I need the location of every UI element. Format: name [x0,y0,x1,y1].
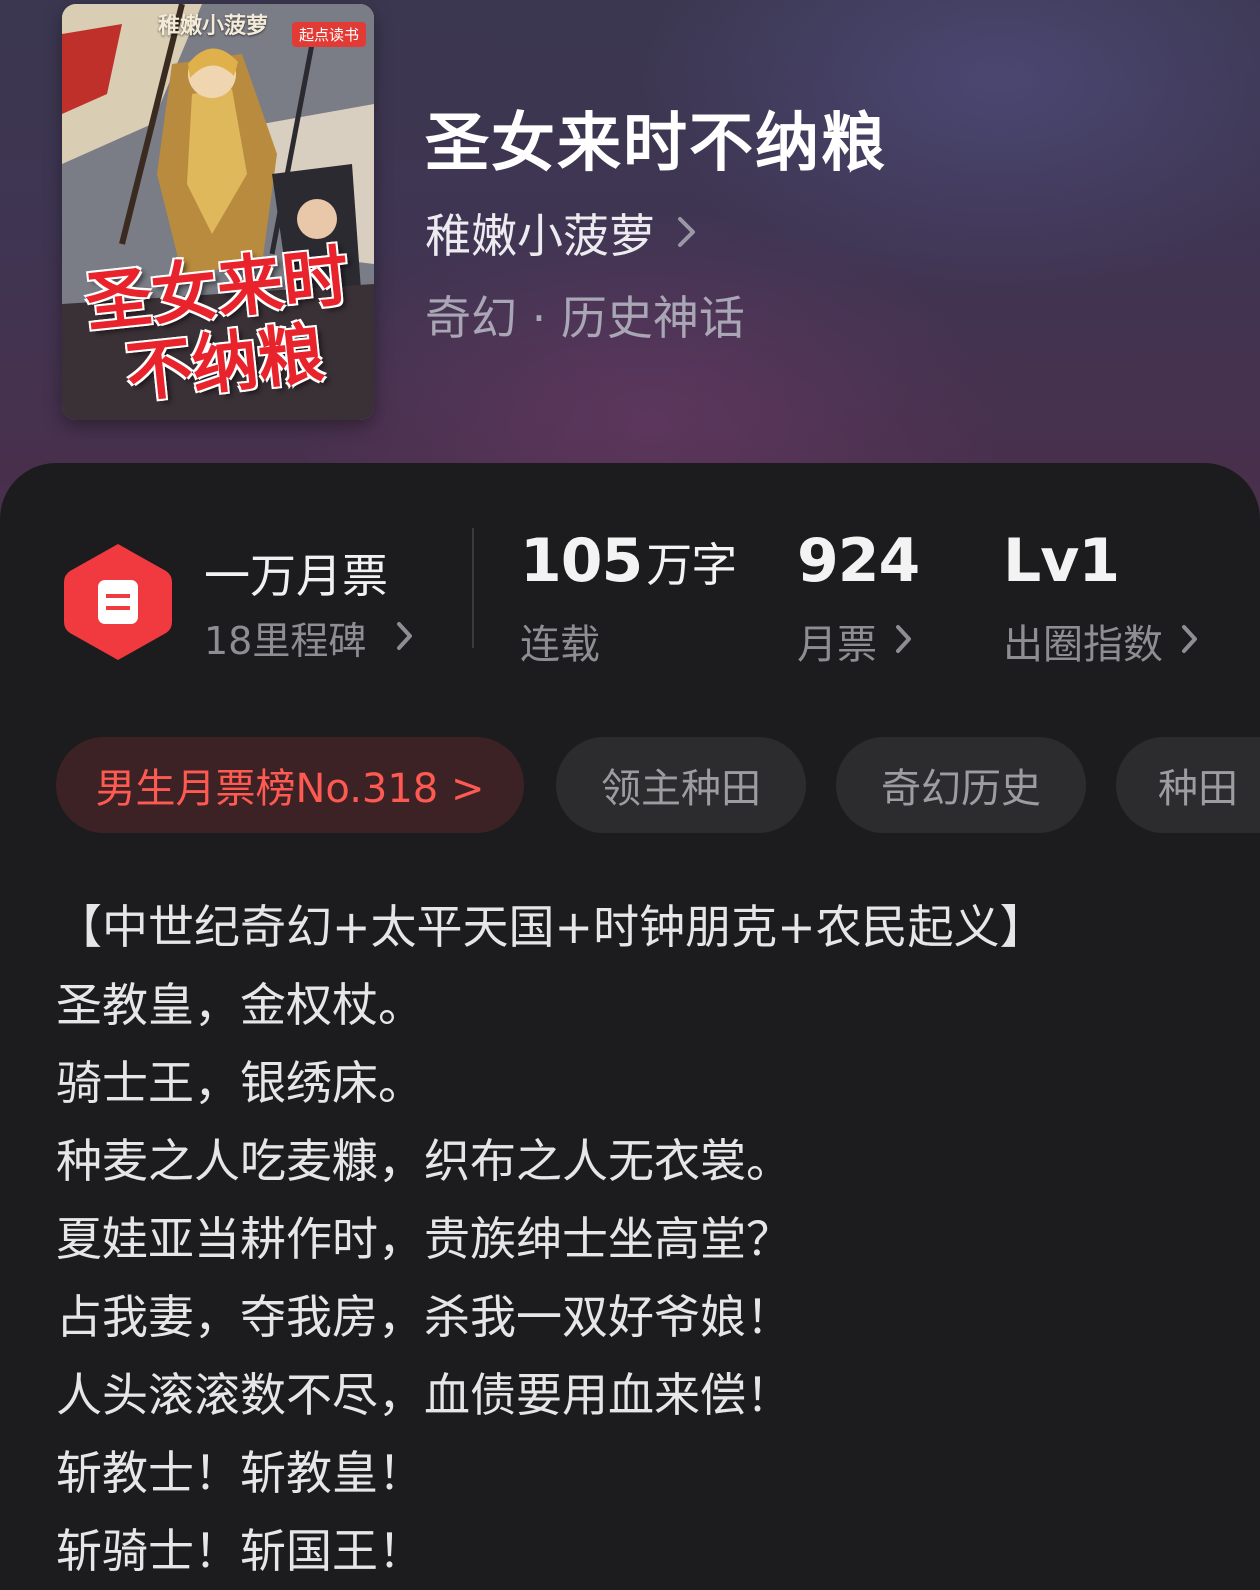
description-line: 圣教皇，金权杖。 [56,978,424,1032]
ticket-badge-icon[interactable] [62,540,174,668]
description-line: 斩骑士！斩国王！ [56,1524,424,1578]
book-cover[interactable]: 稚嫩小菠萝 起点读书 圣女来时 不纳粮 [62,4,374,420]
description-line: 夏娃亚当耕作时，贵族绅士坐高堂？ [56,1212,792,1266]
influence-label: 出圈指数 [1003,622,1163,668]
influence-value: Lv1 [1003,526,1120,596]
description-line: 种麦之人吃麦糠，织布之人无衣裳。 [56,1134,792,1188]
stats-divider [472,528,474,648]
word-count-value: 105 [520,526,643,596]
chevron-right-icon [677,206,697,260]
cover-brand-logo: 起点读书 [291,22,366,47]
word-count: 105万字 [520,526,737,596]
cover-author: 稚嫩小菠萝 [158,14,269,39]
tag-list: 男生月票榜No.318 > 领主种田 奇幻历史 种田 [56,737,1260,833]
cover-title: 圣女来时 不纳粮 [69,237,373,415]
milestone-subtitle: 18里程碑 [204,619,367,663]
milestone-link[interactable]: 18里程碑 [204,610,414,665]
status-label: 连载 [520,622,600,668]
milestone-title: 一万月票 [204,549,388,603]
tag-item[interactable]: 奇幻历史 [836,737,1086,833]
book-genre: 奇幻 · 历史神话 [425,291,745,345]
tag-rank[interactable]: 男生月票榜No.318 > [56,737,524,833]
influence-link[interactable]: 出圈指数 [1003,612,1199,670]
chevron-right-icon [895,618,913,664]
description-line: 占我妻，夺我房，杀我一双好爷娘！ [56,1290,792,1344]
description-line: 斩教士！斩教皇！ [56,1446,424,1500]
word-count-unit: 万字 [646,538,737,592]
chevron-right-icon [1181,618,1199,664]
author-link[interactable]: 稚嫩小菠萝 [425,200,697,266]
monthly-votes-label: 月票 [797,622,877,668]
book-description[interactable]: 【中世纪奇幻+太平天国+时钟朋克+农民起义】 圣教皇，金权杖。 骑士王，银绣床。… [56,888,1046,1590]
monthly-votes-value: 924 [797,526,920,596]
author-name: 稚嫩小菠萝 [425,209,655,263]
tag-item[interactable]: 种田 [1116,737,1260,833]
description-line: 人头滚滚数不尽，血债要用血来偿！ [56,1368,792,1422]
book-title: 圣女来时不纳粮 [425,106,887,181]
description-line: 骑士王，银绣床。 [56,1056,424,1110]
tag-item[interactable]: 领主种田 [556,737,806,833]
description-line: 【中世纪奇幻+太平天国+时钟朋克+农民起义】 [56,900,1046,954]
monthly-votes-link[interactable]: 月票 [797,612,913,670]
chevron-right-icon [396,616,414,660]
